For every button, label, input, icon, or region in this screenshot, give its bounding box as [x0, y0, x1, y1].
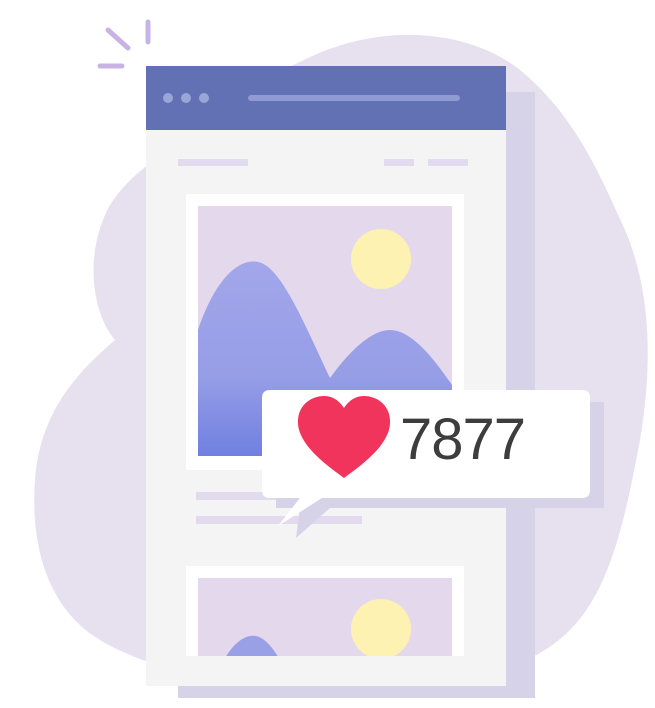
nav-title-placeholder: [178, 159, 248, 166]
address-bar: [248, 95, 460, 101]
illustration-canvas: [34, 19, 648, 698]
sparkle-icon: [97, 19, 151, 69]
like-count: 7877: [400, 407, 526, 472]
nav-link-placeholder: [384, 159, 414, 166]
window-dots-icon: [163, 93, 209, 103]
window-bottom: [146, 656, 506, 686]
image-placeholder-icon: [198, 578, 452, 660]
social-like-illustration: 7877: [0, 0, 655, 708]
nav-link-placeholder: [428, 159, 468, 166]
sun-icon: [351, 229, 411, 289]
sun-icon: [351, 599, 411, 659]
caption-placeholder: [196, 516, 362, 524]
